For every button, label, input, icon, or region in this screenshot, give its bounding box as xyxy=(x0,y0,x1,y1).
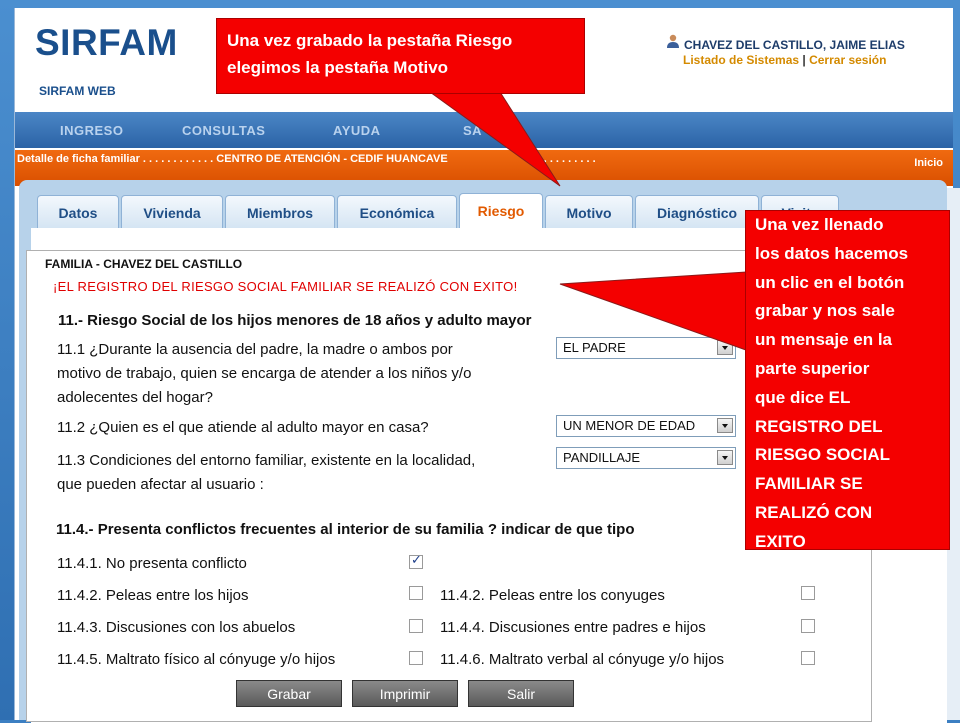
tab-diagnostico[interactable]: Diagnóstico xyxy=(635,195,759,228)
conflict-label-5: 11.4.4. Discusiones entre padres e hijos xyxy=(440,619,706,636)
select-11-1[interactable]: EL PADRE xyxy=(556,337,736,359)
user-links: Listado de Sistemas | Cerrar sesión xyxy=(683,53,886,67)
tab-miembros[interactable]: Miembros xyxy=(225,195,335,228)
tab-vivienda[interactable]: Vivienda xyxy=(121,195,223,228)
tab-riesgo[interactable]: Riesgo xyxy=(459,193,543,228)
callout-top: Una vez grabado la pestaña Riesgo elegimo… xyxy=(216,18,585,94)
conflict-checkbox-6[interactable] xyxy=(409,651,423,665)
chevron-down-icon[interactable] xyxy=(717,450,733,465)
user-icon xyxy=(667,34,679,48)
chevron-down-icon[interactable] xyxy=(717,418,733,433)
conflict-label-3: 11.4.2. Peleas entre los conyuges xyxy=(440,587,665,604)
conflict-label-6: 11.4.5. Maltrato físico al cónyuge y/o h… xyxy=(57,651,336,668)
select-11-3[interactable]: PANDILLAJE xyxy=(556,447,736,469)
nav-item-ingreso[interactable]: INGRESO xyxy=(60,123,123,138)
conflict-checkbox-4[interactable] xyxy=(409,619,423,633)
callout-right: Una vez llenado los datos hacemos un clic … xyxy=(745,210,950,551)
breadcrumb-text: Detalle de ficha familiar . . . . . . . … xyxy=(17,153,596,165)
link-systems[interactable]: Listado de Sistemas xyxy=(683,53,799,67)
conflict-checkbox-3[interactable] xyxy=(801,586,815,600)
question-11-3: 11.3 Condiciones del entorno familiar, e… xyxy=(57,452,476,493)
nav-item-salir[interactable]: SA xyxy=(463,123,482,138)
tab-economica[interactable]: Económica xyxy=(337,195,457,228)
conflict-label-1: 11.4.1. No presenta conflicto xyxy=(57,555,247,572)
save-button[interactable]: Grabar xyxy=(236,680,342,707)
select-11-1-value: EL PADRE xyxy=(563,340,626,355)
section-11-title: 11.- Riesgo Social de los hijos menores … xyxy=(58,312,532,329)
select-11-2[interactable]: UN MENOR DE EDAD xyxy=(556,415,736,437)
conflict-label-2: 11.4.2. Peleas entre los hijos xyxy=(57,587,249,604)
user-name: CHAVEZ DEL CASTILLO, JAIME ELIAS xyxy=(684,38,905,52)
section-11-4-title: 11.4.- Presenta conflictos frecuentes al… xyxy=(56,521,635,538)
select-11-2-value: UN MENOR DE EDAD xyxy=(563,418,696,433)
chevron-down-icon[interactable] xyxy=(717,340,733,355)
link-separator: | xyxy=(802,53,806,67)
tab-datos[interactable]: Datos xyxy=(37,195,119,228)
tab-motivo[interactable]: Motivo xyxy=(545,195,633,228)
question-11-1: 11.1 ¿Durante la ausencia del padre, la … xyxy=(57,341,472,406)
question-11-2: 11.2 ¿Quien es el que atiende al adulto … xyxy=(57,419,429,436)
nav-item-consultas[interactable]: CONSULTAS xyxy=(182,123,265,138)
success-message: ¡EL REGISTRO DEL RIESGO SOCIAL FAMILIAR … xyxy=(53,279,518,294)
conflict-label-7: 11.4.6. Maltrato verbal al cónyuge y/o h… xyxy=(440,651,725,668)
conflict-label-4: 11.4.3. Discusiones con los abuelos xyxy=(57,619,296,636)
family-label: FAMILIA - CHAVEZ DEL CASTILLO xyxy=(45,257,243,271)
logo-subtitle: SIRFAM WEB xyxy=(39,84,116,98)
print-button[interactable]: Imprimir xyxy=(352,680,458,707)
conflict-checkbox-5[interactable] xyxy=(801,619,815,633)
logo: SIRFAM xyxy=(35,22,178,63)
conflict-checkbox-2[interactable] xyxy=(409,586,423,600)
nav-item-ayuda[interactable]: AYUDA xyxy=(333,123,381,138)
conflict-checkbox-7[interactable] xyxy=(801,651,815,665)
link-logout[interactable]: Cerrar sesión xyxy=(809,53,886,67)
main-nav: INGRESO CONSULTAS AYUDA SA xyxy=(15,112,953,148)
conflict-checkbox-1[interactable] xyxy=(409,553,423,569)
exit-button[interactable]: Salir xyxy=(468,680,574,707)
home-link[interactable]: Inicio xyxy=(914,157,943,169)
select-11-3-value: PANDILLAJE xyxy=(563,450,641,465)
